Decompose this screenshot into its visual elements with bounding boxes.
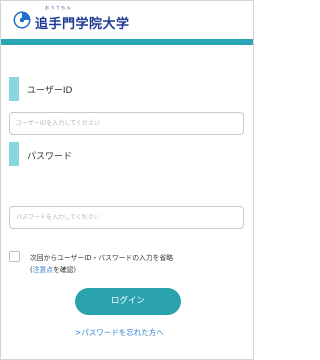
university-name: 追手門学院大学 <box>35 17 130 32</box>
forgot-password-link[interactable]: >パスワードを忘れた方へ <box>75 327 164 338</box>
password-label: パスワード <box>27 152 73 162</box>
remember-checkbox[interactable] <box>9 251 20 262</box>
login-screen: おうてもん 追手門学院大学 ユーザーID パスワード 次回からユーザーID・パス… <box>0 0 254 360</box>
header-accent-bar <box>1 39 253 45</box>
password-input[interactable] <box>9 206 244 229</box>
caution-link[interactable]: 注意点 <box>33 266 53 274</box>
university-logo-icon <box>13 11 31 29</box>
userid-label: ユーザーID <box>27 86 73 96</box>
remember-note-close: を確認) <box>53 266 77 274</box>
header: おうてもん 追手門学院大学 <box>1 1 253 39</box>
logo-ruby: おうてもん <box>45 5 73 10</box>
remember-label: 次回からユーザーID・パスワードの入力を省略 <box>30 254 174 262</box>
password-section-marker <box>9 142 19 166</box>
login-button[interactable]: ログイン <box>75 288 181 315</box>
remember-note: (注意点を確認) <box>30 264 76 274</box>
userid-section-marker <box>9 77 19 101</box>
userid-input[interactable] <box>9 112 244 135</box>
